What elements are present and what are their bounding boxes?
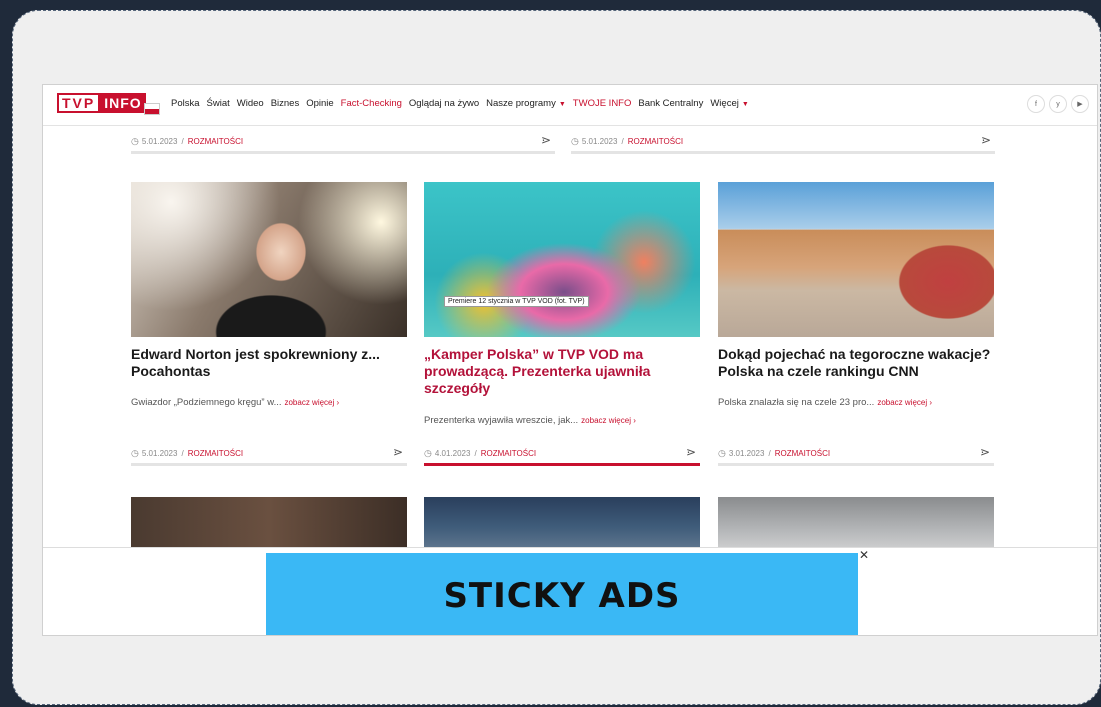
clock-icon: ◷ — [424, 447, 432, 458]
logo-tvp-text: TVP — [57, 93, 101, 113]
article-image[interactable] — [718, 182, 994, 337]
article-lead: Gwiazdor „Podziemnego kręgu” w... zobacz … — [131, 397, 409, 408]
share-icon[interactable]: ⋗ — [980, 445, 990, 459]
caret-down-icon: ▼ — [741, 101, 749, 108]
site-header: TVP INFO Polska Świat Wideo Biznes Opini… — [43, 85, 1097, 126]
clock-icon: ◷ — [571, 135, 579, 146]
nav-item-wiecej-label: Więcej — [710, 98, 739, 109]
article-meta: ◷ 4.01.2023 / ROZMAITOŚCI ⋗ — [424, 443, 700, 466]
logo-info-text: INFO — [100, 93, 146, 113]
article-date: 5.01.2023 — [141, 136, 178, 146]
sticky-ad-banner[interactable]: STICKY ADS — [266, 553, 858, 635]
nav-item-swiat[interactable]: Świat — [207, 98, 230, 109]
nav-item-nasze-programy-label: Nasze programy — [486, 98, 556, 109]
read-more-link[interactable]: zobacz więcej › — [581, 416, 636, 425]
nav-item-ogladaj[interactable]: Oglądaj na żywo — [409, 98, 479, 109]
read-more-link[interactable]: zobacz więcej › — [877, 398, 932, 407]
article-title[interactable]: Dokąd pojechać na tegoroczne wakacje? Po… — [718, 346, 996, 380]
caret-down-icon: ▼ — [558, 101, 566, 108]
nav-item-opinie[interactable]: Opinie — [306, 98, 333, 109]
nav-item-bank-centralny[interactable]: Bank Centralny — [638, 98, 703, 109]
close-icon[interactable]: ✕ — [859, 548, 869, 562]
tvp-info-logo[interactable]: TVP INFO — [57, 92, 160, 115]
nav-item-fact-checking[interactable]: Fact-Checking — [341, 98, 402, 109]
youtube-icon[interactable]: ▶ — [1071, 95, 1089, 113]
social-links: f y ▶ — [1027, 95, 1089, 113]
share-icon[interactable]: ⋗ — [981, 133, 991, 147]
browser-viewport: TVP INFO Polska Świat Wideo Biznes Opini… — [42, 84, 1098, 636]
article-category[interactable]: ROZMAITOŚCI — [628, 137, 683, 146]
article-lead-text: Prezenterka wyjawiła wreszcie, jak... — [424, 415, 579, 426]
nav-item-wiecej[interactable]: Więcej ▼ — [710, 98, 748, 109]
article-category[interactable]: ROZMAITOŚCI — [775, 449, 830, 458]
article-lead-text: Polska znalazła się na czele 23 pro... — [718, 397, 875, 408]
article-title[interactable]: „Kamper Polska” w TVP VOD ma prowadzącą.… — [424, 346, 702, 397]
nav-item-twoje-info[interactable]: TWOJE INFO — [573, 98, 632, 109]
sticky-ad-label: STICKY ADS — [443, 575, 681, 616]
image-caption: Premiere 12 stycznia w TVP VOD (fot. TVP… — [444, 296, 589, 307]
read-more-link[interactable]: zobacz więcej › — [284, 398, 339, 407]
article-date: 5.01.2023 — [581, 136, 618, 146]
facebook-icon[interactable]: f — [1027, 95, 1045, 113]
main-nav: Polska Świat Wideo Biznes Opinie Fact-Ch… — [171, 98, 756, 109]
clock-icon: ◷ — [131, 447, 139, 458]
article-meta: ◷ 3.01.2023 / ROZMAITOŚCI ⋗ — [718, 443, 994, 466]
nav-item-wideo[interactable]: Wideo — [237, 98, 264, 109]
article-lead: Polska znalazła się na czele 23 pro... zo… — [718, 397, 996, 408]
article-meta: ◷ 5.01.2023 / ROZMAITOŚCI ⋗ — [131, 443, 407, 466]
share-icon[interactable]: ⋗ — [686, 445, 696, 459]
article-lead: Prezenterka wyjawiła wreszcie, jak... zob… — [424, 415, 702, 426]
nav-item-biznes[interactable]: Biznes — [271, 98, 300, 109]
article-lead-text: Gwiazdor „Podziemnego kręgu” w... — [131, 397, 282, 408]
clock-icon: ◷ — [131, 135, 139, 146]
share-icon[interactable]: ⋗ — [393, 445, 403, 459]
article-meta: ◷ 5.01.2023 / ROZMAITOŚCI ⋗ — [571, 131, 995, 154]
article-image[interactable]: Premiere 12 stycznia w TVP VOD (fot. TVP… — [424, 182, 700, 337]
sticky-ad-bar: STICKY ADS ✕ — [43, 547, 1097, 635]
nav-item-nasze-programy[interactable]: Nasze programy ▼ — [486, 98, 566, 109]
share-icon[interactable]: ⋗ — [541, 133, 551, 147]
article-date: 4.01.2023 — [434, 448, 471, 458]
article-category[interactable]: ROZMAITOŚCI — [188, 137, 243, 146]
flag-icon — [143, 103, 160, 115]
article-category[interactable]: ROZMAITOŚCI — [481, 449, 536, 458]
article-meta: ◷ 5.01.2023 / ROZMAITOŚCI ⋗ — [131, 131, 555, 154]
article-title[interactable]: Edward Norton jest spokrewniony z... Poc… — [131, 346, 409, 380]
article-date: 5.01.2023 — [141, 448, 178, 458]
article-image[interactable] — [131, 182, 407, 337]
twitter-icon[interactable]: y — [1049, 95, 1067, 113]
nav-item-polska[interactable]: Polska — [171, 98, 200, 109]
article-category[interactable]: ROZMAITOŚCI — [188, 449, 243, 458]
clock-icon: ◷ — [718, 447, 726, 458]
article-date: 3.01.2023 — [728, 448, 765, 458]
